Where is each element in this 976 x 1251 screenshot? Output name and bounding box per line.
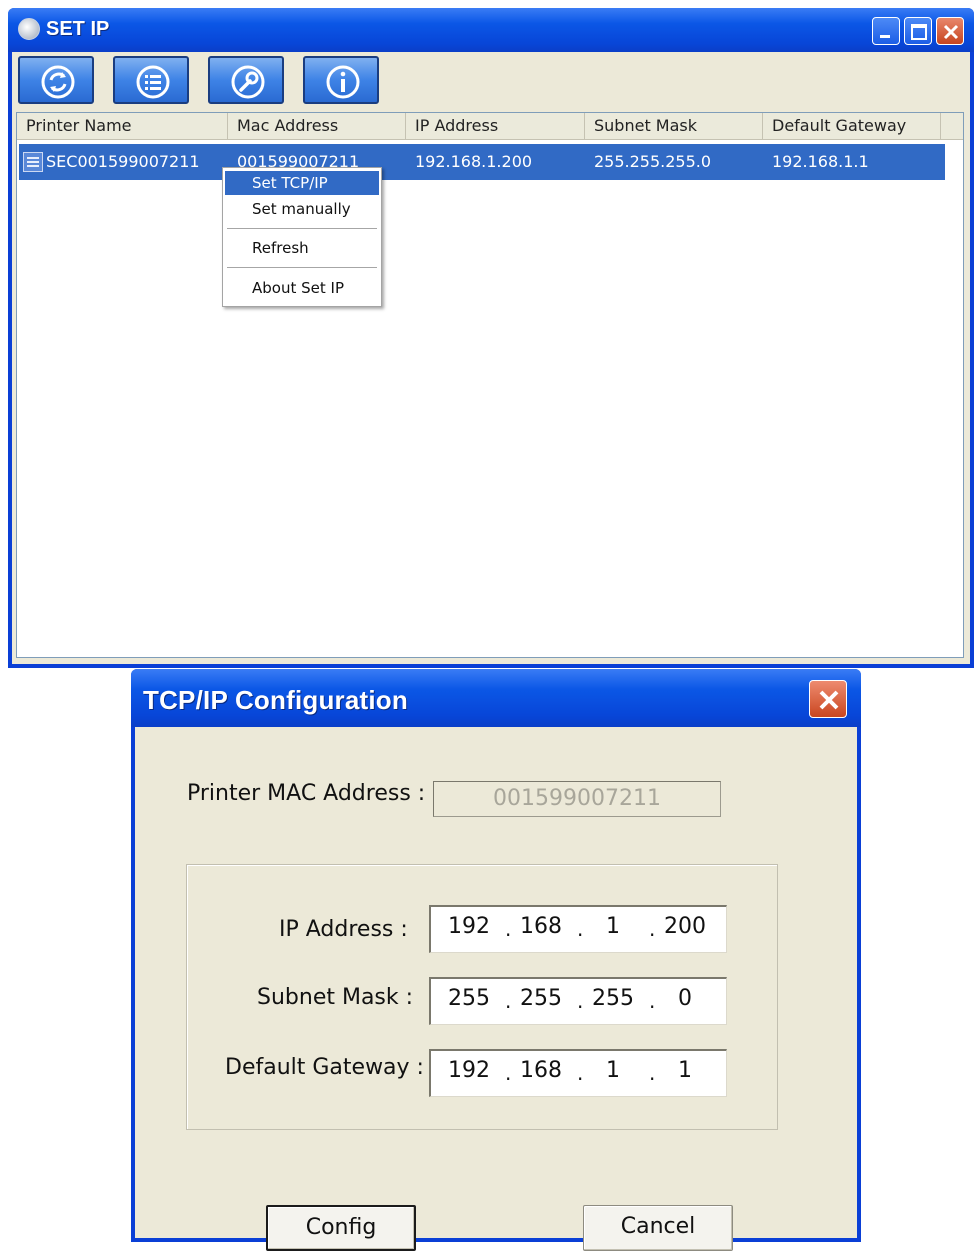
close-button[interactable] (936, 17, 964, 45)
mac-address-label: Printer MAC Address : (187, 781, 426, 806)
octet-dot: . (505, 917, 512, 941)
minimize-icon (880, 35, 890, 38)
column-header-subnet-mask[interactable]: Subnet Mask (585, 113, 763, 139)
list-header: Printer Name Mac Address IP Address Subn… (17, 113, 963, 140)
tcpip-body: Printer MAC Address : 001599007211 IP Ad… (135, 727, 857, 1251)
maximize-icon (911, 24, 927, 40)
ip-octet-1[interactable]: 192 (441, 907, 497, 947)
ip-address-input[interactable]: 192 . 168 . 1 . 200 (429, 905, 727, 953)
list-tool-button[interactable] (113, 56, 189, 104)
cell-printer-name: SEC001599007211 (46, 152, 200, 171)
octet-dot: . (505, 989, 512, 1013)
gateway-octet-3[interactable]: 1 (585, 1051, 641, 1091)
column-header-mac-address[interactable]: Mac Address (228, 113, 406, 139)
menu-separator (227, 267, 377, 268)
menu-item-refresh[interactable]: Refresh (225, 236, 379, 260)
octet-dot: . (649, 1061, 656, 1085)
app-icon (18, 18, 40, 40)
tcpip-title: TCP/IP Configuration (143, 685, 408, 715)
set-ip-body: Printer Name Mac Address IP Address Subn… (12, 52, 970, 664)
column-header-ip-address[interactable]: IP Address (406, 113, 585, 139)
cell-ip-address: 192.168.1.200 (415, 152, 533, 171)
tcpip-dialog: TCP/IP Configuration Printer MAC Address… (131, 669, 861, 1251)
minimize-button[interactable] (872, 17, 900, 45)
config-button[interactable]: Config (266, 1205, 416, 1251)
set-ip-window: SET IP Printer Name Mac Address IP Addre… (8, 8, 974, 668)
ip-octet-3[interactable]: 1 (585, 907, 641, 947)
info-icon (326, 65, 360, 99)
subnet-octet-4[interactable]: 0 (657, 979, 713, 1019)
dialog-close-button[interactable] (809, 680, 847, 718)
refresh-tool-button[interactable] (18, 56, 94, 104)
ip-octet-2[interactable]: 168 (513, 907, 569, 947)
octet-dot: . (577, 1061, 584, 1085)
ip-address-label: IP Address : (279, 917, 408, 942)
tcpip-title-bar[interactable]: TCP/IP Configuration (131, 669, 861, 727)
settings-tool-button[interactable] (208, 56, 284, 104)
default-gateway-label: Default Gateway : (225, 1055, 424, 1080)
gateway-octet-2[interactable]: 168 (513, 1051, 569, 1091)
menu-item-set-tcpip[interactable]: Set TCP/IP (225, 171, 379, 195)
cell-default-gateway: 192.168.1.1 (772, 152, 869, 171)
cancel-button[interactable]: Cancel (583, 1205, 733, 1251)
ip-octet-4[interactable]: 200 (657, 907, 713, 947)
column-header-default-gateway[interactable]: Default Gateway (763, 113, 941, 139)
context-menu: Set TCP/IP Set manually Refresh About Se… (222, 167, 382, 307)
octet-dot: . (505, 1061, 512, 1085)
table-row[interactable]: SEC001599007211 001599007211 192.168.1.2… (19, 144, 945, 180)
list-icon (136, 65, 170, 99)
close-icon (943, 24, 959, 40)
cell-subnet-mask: 255.255.255.0 (594, 152, 712, 171)
printer-icon (23, 152, 43, 172)
gateway-octet-1[interactable]: 192 (441, 1051, 497, 1091)
gateway-octet-4[interactable]: 1 (657, 1051, 713, 1091)
close-icon (819, 690, 839, 710)
subnet-mask-label: Subnet Mask : (257, 985, 414, 1010)
info-tool-button[interactable] (303, 56, 379, 104)
printer-list[interactable]: Printer Name Mac Address IP Address Subn… (16, 112, 964, 658)
maximize-button[interactable] (904, 17, 932, 45)
subnet-octet-1[interactable]: 255 (441, 979, 497, 1019)
set-ip-title-bar[interactable]: SET IP (8, 8, 974, 52)
octet-dot: . (649, 917, 656, 941)
octet-dot: . (577, 989, 584, 1013)
subnet-mask-input[interactable]: 255 . 255 . 255 . 0 (429, 977, 727, 1025)
subnet-octet-3[interactable]: 255 (585, 979, 641, 1019)
octet-dot: . (649, 989, 656, 1013)
mac-address-field: 001599007211 (433, 781, 721, 817)
menu-separator (227, 228, 377, 229)
refresh-icon (41, 65, 75, 99)
menu-item-set-manually[interactable]: Set manually (225, 197, 379, 221)
column-header-printer-name[interactable]: Printer Name (17, 113, 228, 139)
menu-item-about[interactable]: About Set IP (225, 276, 379, 300)
wrench-icon (231, 65, 265, 99)
set-ip-title: SET IP (46, 18, 110, 40)
default-gateway-input[interactable]: 192 . 168 . 1 . 1 (429, 1049, 727, 1097)
subnet-octet-2[interactable]: 255 (513, 979, 569, 1019)
octet-dot: . (577, 917, 584, 941)
